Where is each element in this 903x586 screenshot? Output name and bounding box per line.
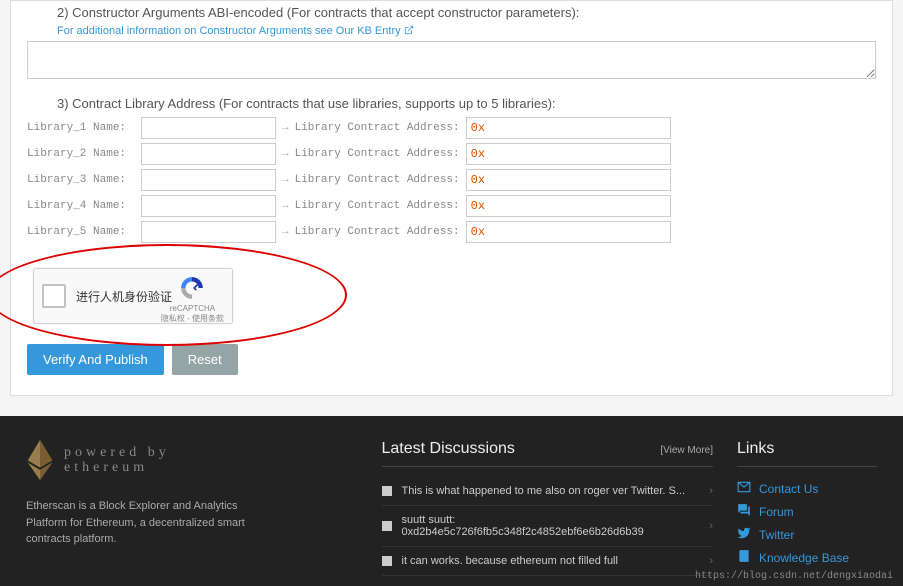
twitter-icon (737, 526, 751, 543)
book-icon (737, 549, 751, 566)
chevron-right-icon: › (709, 485, 713, 497)
discussions-list: This is what happened to me also on roge… (382, 477, 714, 576)
footer-logo-line2: ethereum (64, 460, 170, 475)
forum-icon (737, 503, 751, 520)
comment-icon (382, 556, 392, 566)
discussion-text: suutt suutt: 0xd2b4e5c726f6fb5c348f2c485… (402, 514, 700, 538)
kb-entry-link[interactable]: For additional information on Constructo… (57, 25, 414, 37)
library-addr-input[interactable] (466, 195, 671, 217)
page-footer: powered by ethereum Etherscan is a Block… (0, 416, 903, 586)
recaptcha-label: 进行人机身份验证 (76, 288, 172, 305)
library-row: Library_2 Name: → Library Contract Address… (27, 143, 876, 165)
footer-discussions-col: Latest Discussions [View More] This is w… (382, 440, 714, 576)
footer-link-label: Contact Us (759, 482, 818, 496)
library-name-input[interactable] (141, 195, 276, 217)
footer-link-label: Twitter (759, 528, 794, 542)
library-name-label: Library_2 Name: (27, 148, 135, 160)
footer-logo-line1: powered by (64, 445, 170, 460)
discussion-text: This is what happened to me also on roge… (402, 485, 686, 497)
section3-title: 3) Contract Library Address (For contrac… (57, 96, 876, 111)
footer-links-col: Links Contact Us Forum Twitter Knowledge Ba… (737, 440, 877, 576)
view-more-link[interactable]: [View More] (660, 445, 713, 456)
comment-icon (382, 486, 392, 496)
library-addr-label: Library Contract Address: (295, 122, 460, 134)
links-list: Contact Us Forum Twitter Knowledge Base (737, 477, 877, 569)
library-addr-label: Library Contract Address: (295, 174, 460, 186)
external-link-icon (404, 25, 414, 35)
arrow-icon: → (282, 174, 289, 186)
mail-icon (737, 480, 751, 497)
discussions-heading: Latest Discussions (382, 440, 515, 458)
discussion-text: it can works. because ethereum not fille… (402, 555, 618, 567)
arrow-icon: → (282, 122, 289, 134)
chevron-right-icon: › (709, 520, 713, 532)
library-addr-label: Library Contract Address: (295, 226, 460, 238)
library-addr-input[interactable] (466, 143, 671, 165)
watermark-text: https://blog.csdn.net/dengxiaodai (695, 571, 893, 582)
library-row: Library_3 Name: → Library Contract Address… (27, 169, 876, 191)
footer-link-label: Knowledge Base (759, 551, 849, 565)
library-name-label: Library_4 Name: (27, 200, 135, 212)
verify-publish-button[interactable]: Verify And Publish (27, 344, 164, 375)
verify-form-card: 2) Constructor Arguments ABI-encoded (Fo… (10, 0, 893, 396)
arrow-icon: → (282, 148, 289, 160)
library-row: Library_5 Name: → Library Contract Address… (27, 221, 876, 243)
constructor-args-textarea[interactable] (27, 41, 876, 79)
discussion-item[interactable]: it can works. because ethereum not fille… (382, 547, 714, 576)
links-heading: Links (737, 440, 774, 458)
footer-wrapper: powered by ethereum Etherscan is a Block… (0, 416, 903, 586)
footer-link-label: Forum (759, 505, 794, 519)
recaptcha-checkbox[interactable] (42, 284, 66, 308)
library-rows: Library_1 Name: → Library Contract Address… (27, 117, 876, 243)
library-name-input[interactable] (141, 221, 276, 243)
footer-link[interactable]: Twitter (737, 523, 877, 546)
footer-brand-col: powered by ethereum Etherscan is a Block… (26, 440, 358, 576)
comment-icon (382, 521, 392, 531)
library-addr-input[interactable] (466, 117, 671, 139)
reset-button[interactable]: Reset (172, 344, 238, 375)
library-addr-input[interactable] (466, 221, 671, 243)
footer-link[interactable]: Forum (737, 500, 877, 523)
recaptcha-area: 进行人机身份验证 reCAPTCHA 隐私权 - 使用条款 (27, 268, 876, 324)
footer-link[interactable]: Contact Us (737, 477, 877, 500)
chevron-right-icon: › (709, 555, 713, 567)
library-name-input[interactable] (141, 117, 276, 139)
library-name-input[interactable] (141, 169, 276, 191)
arrow-icon: → (282, 226, 289, 238)
recaptcha-widget[interactable]: 进行人机身份验证 reCAPTCHA 隐私权 - 使用条款 (33, 268, 233, 324)
ethereum-icon (26, 440, 54, 480)
library-name-label: Library_5 Name: (27, 226, 135, 238)
library-addr-label: Library Contract Address: (295, 200, 460, 212)
library-name-label: Library_3 Name: (27, 174, 135, 186)
recaptcha-icon (179, 275, 205, 301)
recaptcha-branding: reCAPTCHA 隐私权 - 使用条款 (161, 275, 224, 324)
arrow-icon: → (282, 200, 289, 212)
button-row: Verify And Publish Reset (27, 344, 876, 375)
discussion-item[interactable]: suutt suutt: 0xd2b4e5c726f6fb5c348f2c485… (382, 506, 714, 547)
footer-link[interactable]: Knowledge Base (737, 546, 877, 569)
library-addr-input[interactable] (466, 169, 671, 191)
library-name-input[interactable] (141, 143, 276, 165)
library-row: Library_4 Name: → Library Contract Address… (27, 195, 876, 217)
discussion-item[interactable]: This is what happened to me also on roge… (382, 477, 714, 506)
footer-description: Etherscan is a Block Explorer and Analyt… (26, 498, 256, 548)
library-addr-label: Library Contract Address: (295, 148, 460, 160)
library-row: Library_1 Name: → Library Contract Address… (27, 117, 876, 139)
section2-title: 2) Constructor Arguments ABI-encoded (Fo… (57, 5, 876, 20)
library-name-label: Library_1 Name: (27, 122, 135, 134)
